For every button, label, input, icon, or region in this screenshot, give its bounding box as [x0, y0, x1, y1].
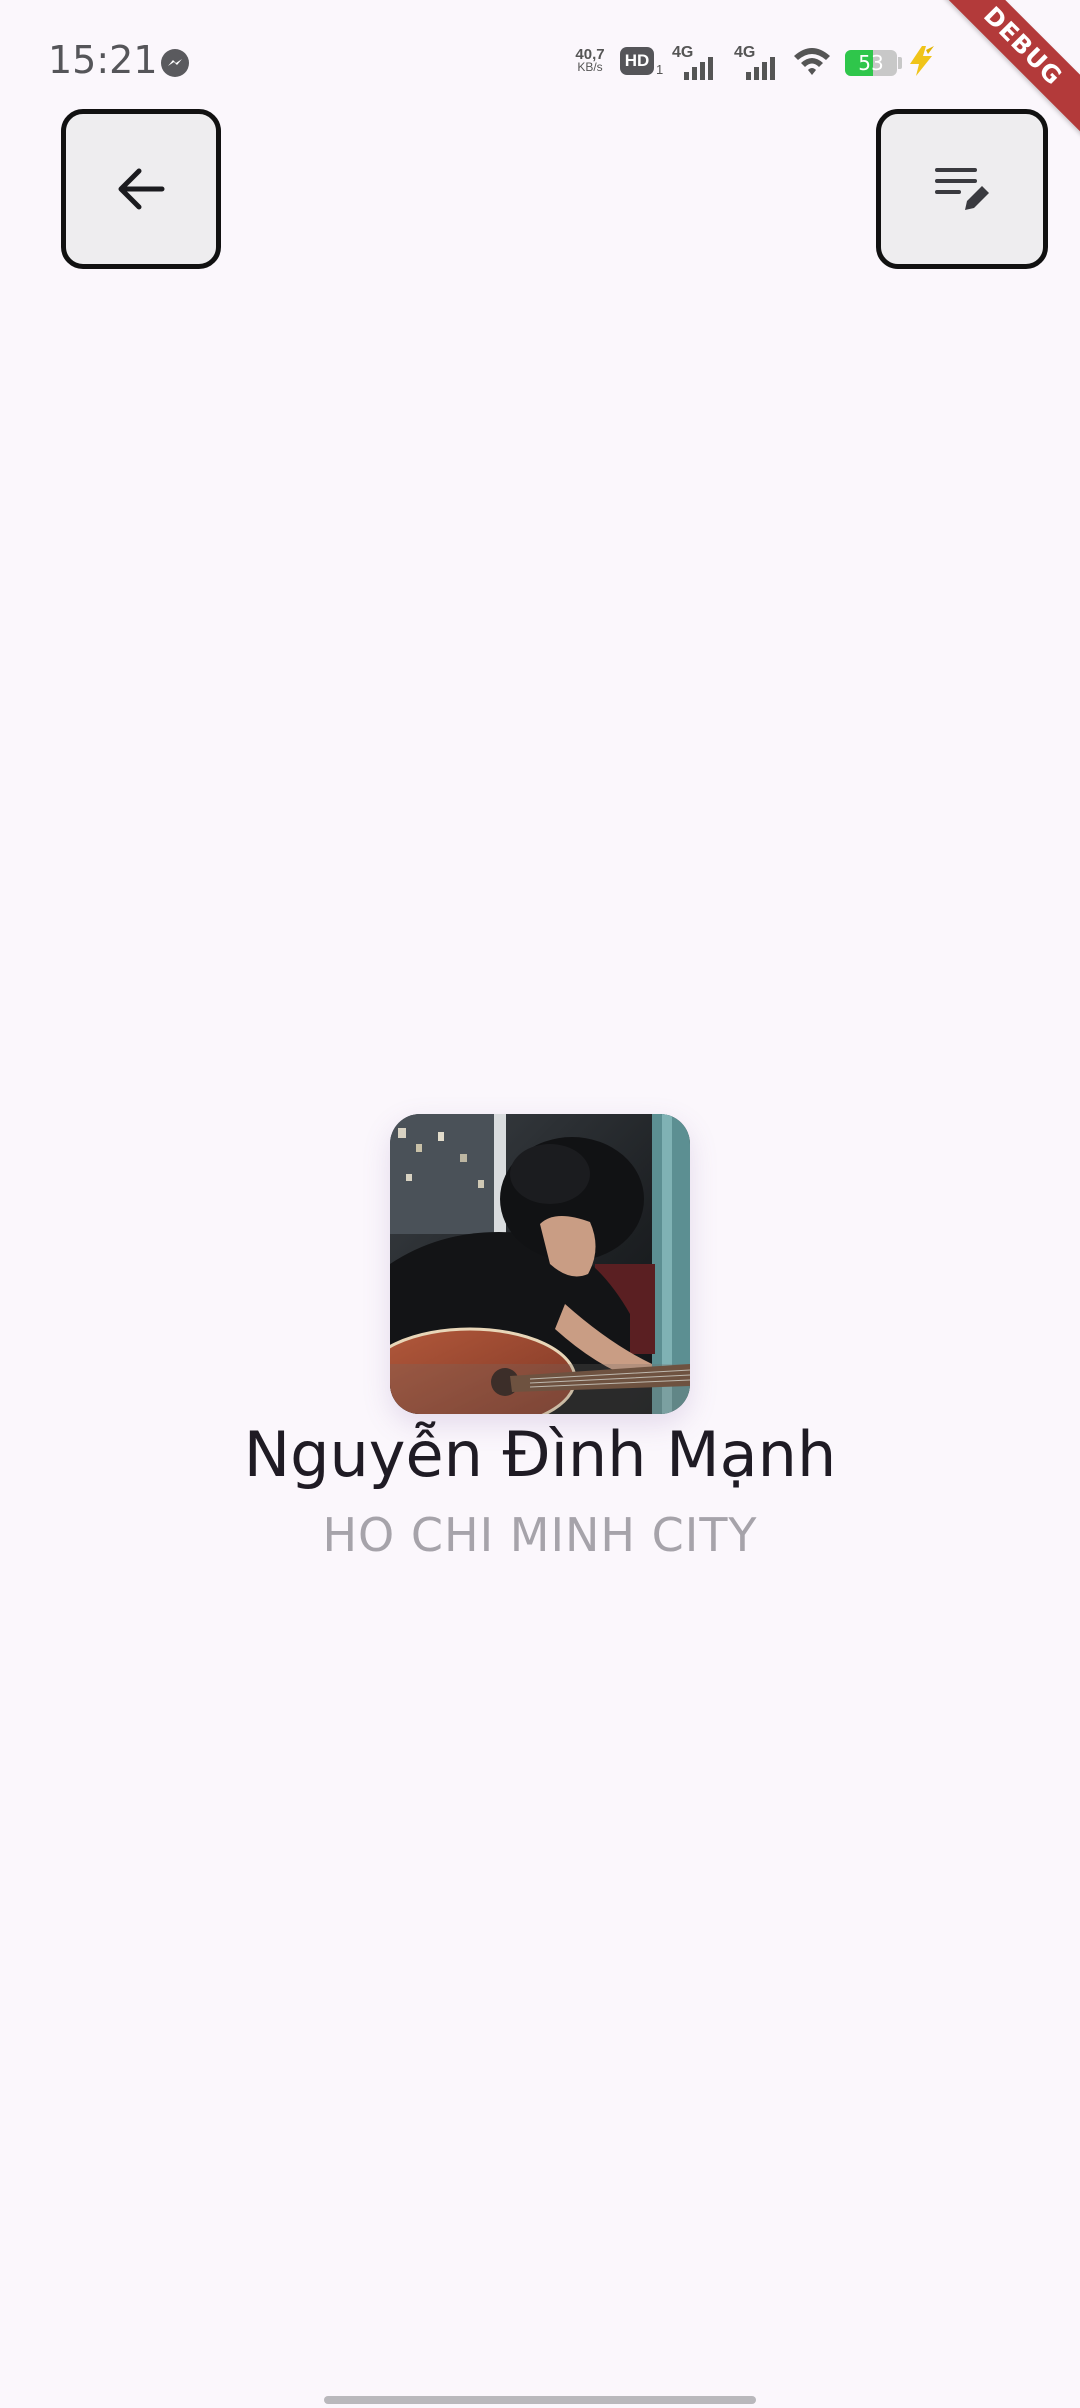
- status-time: 15:21: [48, 38, 158, 82]
- arrow-left-icon: [118, 168, 165, 210]
- signal-icon: 4G: [734, 44, 782, 80]
- profile-photo: [390, 1114, 690, 1414]
- hd-sub-label: 1: [656, 62, 664, 77]
- home-indicator[interactable]: [324, 2396, 756, 2404]
- edit-profile-button[interactable]: [876, 109, 1048, 269]
- wifi-icon: [794, 48, 830, 75]
- battery-level: 53: [858, 51, 884, 75]
- back-button[interactable]: [61, 109, 221, 269]
- messenger-icon: [161, 49, 189, 77]
- status-bar: 15:21 40,7 KB/s HD 1 4G 4G 53: [0, 0, 1080, 110]
- hd-icon: HD: [620, 47, 654, 75]
- edit-notes-icon: [935, 168, 989, 210]
- profile-name: Nguyễn Đình Mạnh: [243, 1418, 837, 1491]
- signal-icon: 4G: [672, 44, 720, 80]
- battery-tip: [898, 57, 902, 69]
- profile-location: HO CHI MINH CITY: [322, 1508, 758, 1562]
- battery-icon: 53: [845, 50, 897, 76]
- profile-avatar: [390, 1114, 690, 1414]
- network-speed: 40,7 KB/s: [570, 47, 610, 74]
- charging-icon: [910, 46, 934, 76]
